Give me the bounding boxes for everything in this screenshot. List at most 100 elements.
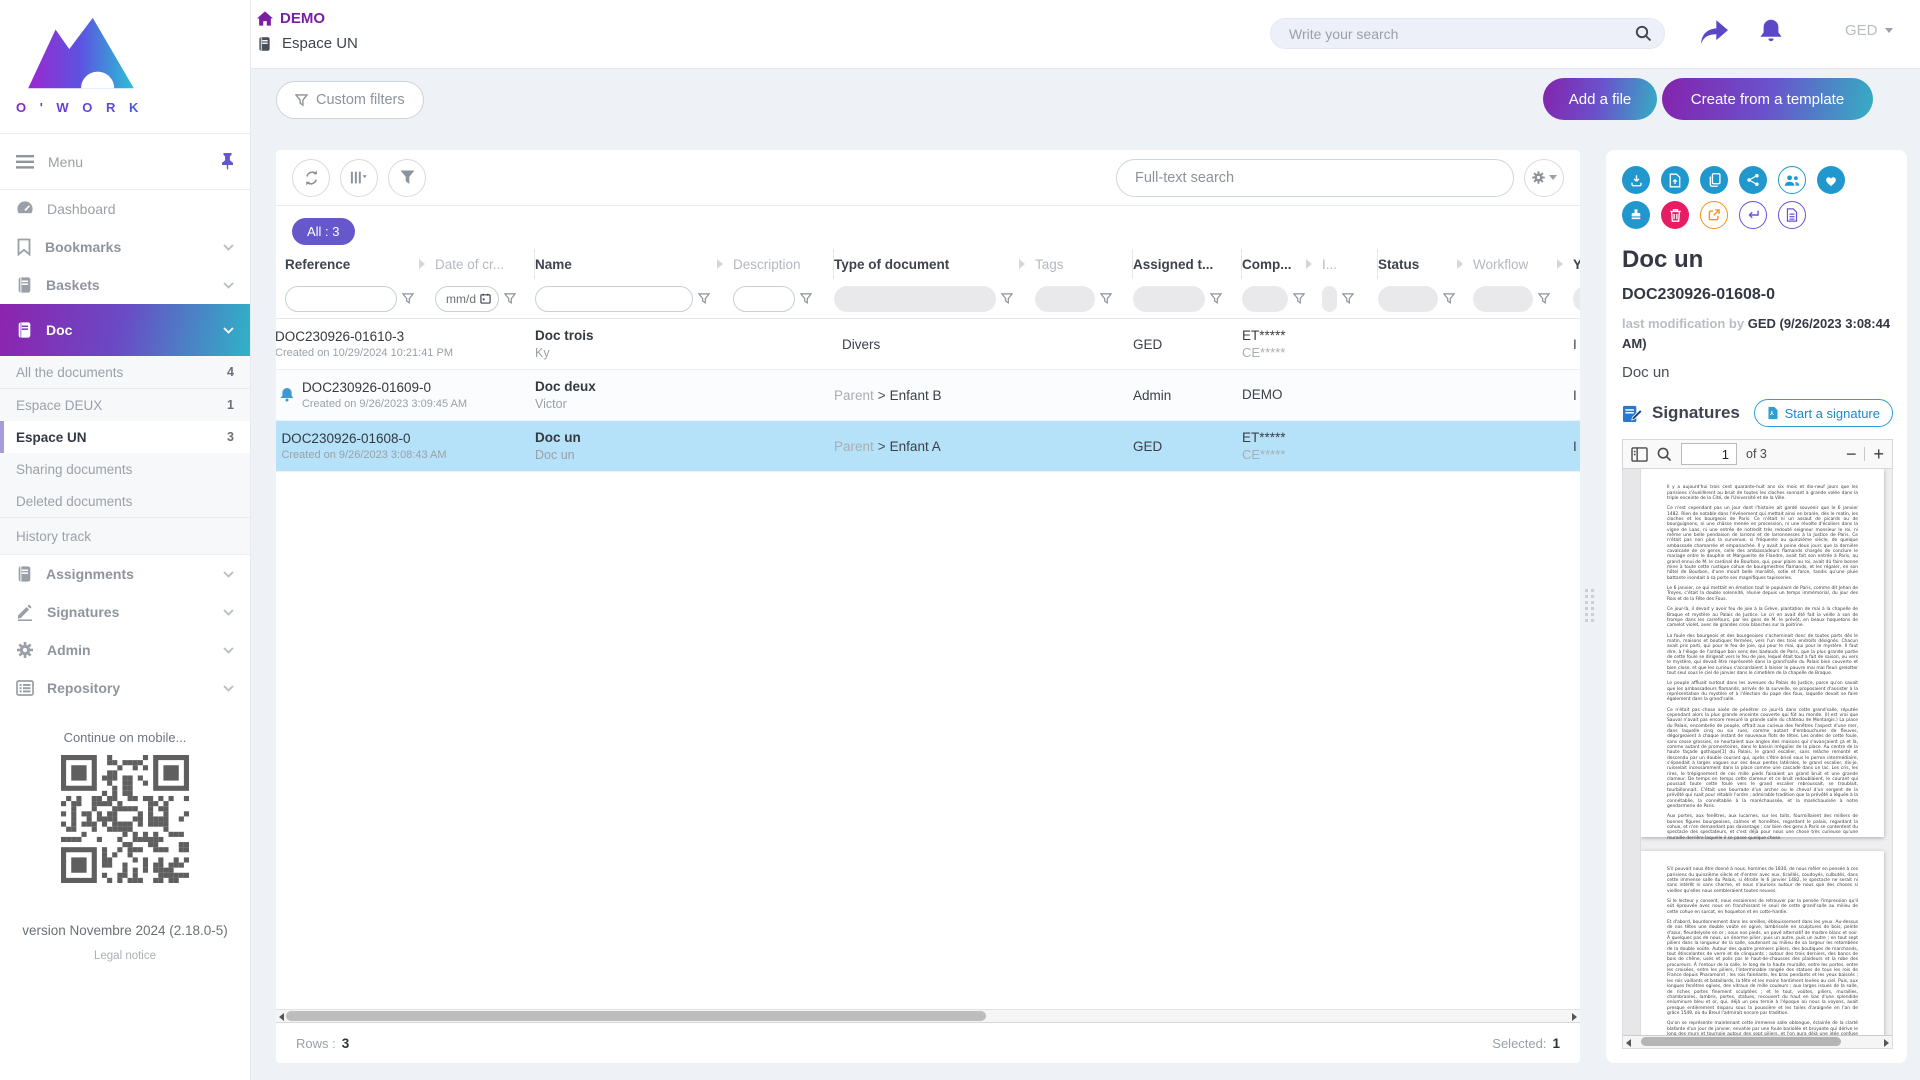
filter-icon[interactable] (800, 293, 812, 305)
breadcrumb-space[interactable]: Espace UN (257, 35, 358, 52)
horizontal-scrollbar[interactable] (276, 1009, 1580, 1023)
i-filter-select[interactable] (1322, 286, 1337, 312)
pin-sidebar-icon[interactable] (221, 153, 234, 170)
name-filter-input[interactable] (535, 286, 693, 312)
scroll-right-arrow[interactable] (1572, 1013, 1577, 1021)
chip-all[interactable]: All : 3 (292, 218, 355, 245)
user-menu[interactable]: GED (1845, 22, 1893, 39)
filter-icon[interactable] (1001, 293, 1013, 305)
add-file-button[interactable]: Add a file (1543, 78, 1657, 120)
column-header-date[interactable]: Date of cr... (435, 249, 535, 279)
notifications-bell-icon[interactable] (1759, 18, 1783, 45)
sidebar-item-baskets[interactable]: Baskets (0, 266, 250, 304)
sidebar-item-history-track[interactable]: History track (0, 518, 250, 554)
scrollbar-thumb[interactable] (286, 1011, 986, 1021)
sidebar-item-doc[interactable]: Doc (0, 304, 250, 356)
status-filter-select[interactable] (1378, 286, 1438, 312)
table-row[interactable]: DOC230926-01610-3 Created on 10/29/2024 … (276, 319, 1580, 370)
share-icon[interactable] (1700, 20, 1728, 45)
list-settings-button[interactable] (1524, 159, 1564, 197)
search-icon[interactable] (1657, 447, 1672, 462)
column-header-reference[interactable]: Reference (285, 249, 435, 279)
filter-icon[interactable] (1443, 293, 1455, 305)
start-signature-button[interactable]: Start a signature (1754, 399, 1893, 427)
workflow-filter-select[interactable] (1473, 286, 1533, 312)
filter-button[interactable] (388, 159, 426, 197)
column-header-y[interactable]: Y... (1573, 249, 1580, 279)
sidebar-item-admin[interactable]: Admin (0, 631, 250, 669)
column-header-workflow[interactable]: Workflow (1473, 249, 1573, 279)
column-header-tags[interactable]: Tags (1035, 249, 1133, 279)
zoom-in-button[interactable]: + (1873, 445, 1884, 463)
copy-button[interactable] (1700, 166, 1728, 194)
filter-icon[interactable] (1538, 293, 1550, 305)
filter-icon[interactable] (504, 293, 516, 305)
menu-toggle[interactable]: Menu (0, 133, 250, 190)
table-row-selected[interactable]: DOC230926-01608-0 Created on 9/26/2023 3… (276, 421, 1580, 472)
columns-button[interactable] (340, 159, 378, 197)
pdf-horizontal-scrollbar[interactable] (1623, 1035, 1892, 1048)
delete-button[interactable] (1661, 201, 1689, 229)
app-logo[interactable]: O ' W O R K (0, 0, 250, 133)
y-filter-select[interactable] (1573, 286, 1580, 312)
create-from-template-button[interactable]: Create from a template (1662, 78, 1873, 120)
company-filter-select[interactable] (1242, 286, 1288, 312)
filter-icon[interactable] (698, 293, 710, 305)
page-number-input[interactable] (1681, 443, 1737, 465)
column-header-i[interactable]: I... (1322, 249, 1378, 279)
custom-filters-button[interactable]: Custom filters (276, 81, 424, 119)
type-filter-select[interactable] (834, 286, 996, 312)
sort-arrow-icon (1019, 259, 1025, 269)
scroll-left-arrow[interactable] (1626, 1039, 1631, 1047)
breadcrumb-home[interactable]: DEMO (257, 10, 325, 27)
filter-icon[interactable] (1342, 293, 1354, 305)
stamp-button[interactable] (1622, 201, 1650, 229)
column-header-description[interactable]: Description (733, 249, 834, 279)
assigned-filter-select[interactable] (1133, 286, 1205, 312)
download-button[interactable] (1622, 166, 1650, 194)
search-icon[interactable] (1635, 25, 1652, 42)
scroll-right-arrow[interactable] (1884, 1039, 1889, 1047)
document-properties-button[interactable] (1778, 201, 1806, 229)
sidebar-item-bookmarks[interactable]: Bookmarks (0, 228, 250, 266)
fulltext-search-input[interactable] (1117, 160, 1513, 196)
sidebar-item-sharing-documents[interactable]: Sharing documents (0, 453, 250, 485)
sidebar-item-dashboard[interactable]: Dashboard (0, 190, 250, 228)
global-search-input[interactable] (1271, 19, 1664, 48)
filter-icon[interactable] (1293, 293, 1305, 305)
refresh-button[interactable] (292, 159, 330, 197)
open-external-button[interactable] (1700, 201, 1728, 229)
pdf-preview[interactable]: Il y a aujourd'hui trois cent quarante-h… (1622, 469, 1893, 1049)
return-button[interactable] (1739, 201, 1767, 229)
tags-filter-select[interactable] (1035, 286, 1095, 312)
reference-filter-input[interactable] (285, 286, 397, 312)
sidebar-item-deleted-documents[interactable]: Deleted documents (0, 485, 250, 517)
sidebar-item-all-documents[interactable]: All the documents 4 (0, 356, 250, 388)
sidebar-toggle-icon[interactable] (1631, 447, 1648, 462)
scroll-left-arrow[interactable] (279, 1013, 284, 1021)
description-filter-input[interactable] (733, 286, 795, 312)
sidebar-item-signatures[interactable]: Signatures (0, 593, 250, 631)
table-row[interactable]: w DOC230926-01609-0 Created on 9/26/2023… (276, 370, 1580, 421)
sidebar-item-repository[interactable]: Repository (0, 669, 250, 707)
panel-resize-handle[interactable] (1585, 589, 1594, 622)
column-header-status[interactable]: Status (1378, 249, 1473, 279)
filter-icon[interactable] (402, 293, 414, 305)
filter-icon[interactable] (1100, 293, 1112, 305)
column-header-assigned[interactable]: Assigned t... (1133, 249, 1242, 279)
column-header-type[interactable]: Type of document (834, 249, 1035, 279)
column-header-name[interactable]: Name (535, 249, 733, 279)
favorite-button[interactable] (1817, 166, 1845, 194)
column-header-company[interactable]: Comp... (1242, 249, 1322, 279)
sidebar-item-assignments[interactable]: Assignments (0, 555, 250, 593)
filter-icon[interactable] (1210, 293, 1222, 305)
date-filter-input[interactable] (435, 286, 499, 312)
sidebar-item-espace-deux[interactable]: Espace DEUX 1 (0, 389, 250, 421)
legal-notice-link[interactable]: Legal notice (0, 950, 250, 962)
share-button[interactable] (1739, 166, 1767, 194)
upload-file-button[interactable] (1661, 166, 1689, 194)
assign-users-button[interactable] (1778, 166, 1806, 194)
sidebar-item-espace-un[interactable]: Espace UN 3 (0, 421, 250, 453)
zoom-out-button[interactable]: − (1846, 445, 1857, 463)
scrollbar-thumb[interactable] (1641, 1037, 1841, 1046)
